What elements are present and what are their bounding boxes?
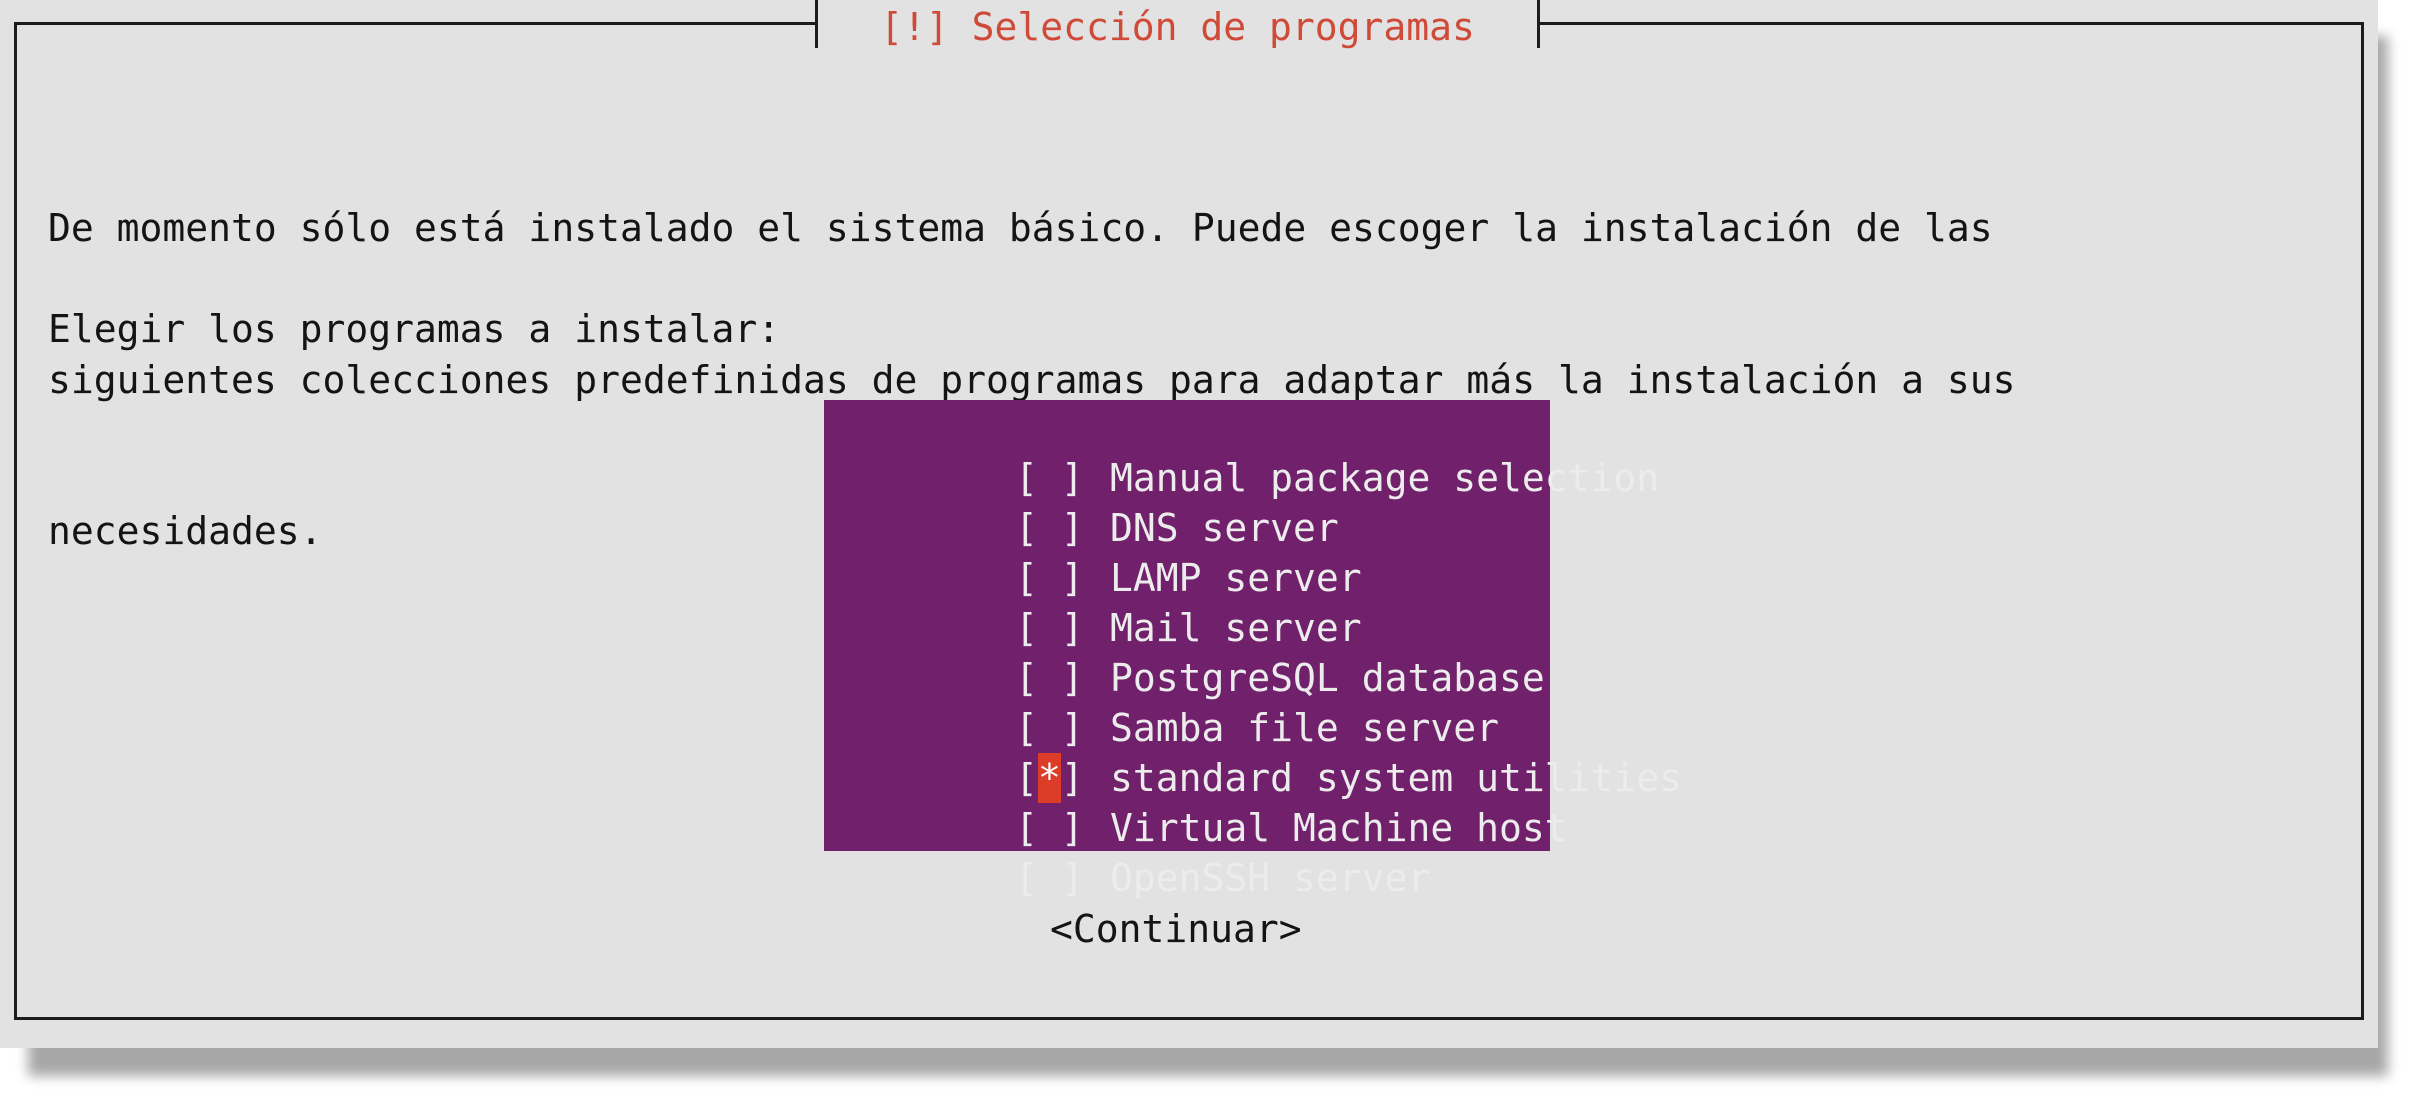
package-item-standard-system-utilities[interactable]: [*] standard system utilities: [824, 703, 1682, 803]
package-item-mail-server[interactable]: [ ] Mail server: [824, 553, 1550, 650]
software-selection-dialog: [!] Selección de programas De momento só…: [0, 0, 2378, 1048]
package-item-dns-server[interactable]: [ ] DNS server: [824, 453, 1550, 550]
description-line-1: De momento sólo está instalado el sistem…: [48, 206, 1993, 250]
dialog-title: [!] Selección de programas: [880, 5, 1475, 49]
dialog-title-box: [!] Selección de programas: [815, 0, 1540, 49]
installer-screen: [!] Selección de programas De momento só…: [0, 0, 2422, 1097]
package-item-virtual-machine-host[interactable]: [ ] Virtual Machine host: [824, 753, 1568, 850]
selection-prompt: Elegir los programas a instalar:: [48, 307, 781, 351]
package-item-samba-file-server[interactable]: [ ] Samba file server: [824, 653, 1550, 750]
package-item-openssh-server[interactable]: [ ] OpenSSH server: [824, 803, 1550, 900]
package-list: [ ] Manual package selection [ ] DNS serve…: [824, 400, 1682, 900]
continue-button[interactable]: <Continuar>: [1050, 904, 1302, 954]
package-item-lamp-server[interactable]: [ ] LAMP server: [824, 503, 1550, 600]
package-item-manual-selection[interactable]: [ ] Manual package selection: [824, 403, 1659, 500]
description-line-2: siguientes colecciones predefinidas de p…: [48, 357, 2016, 402]
package-label: OpenSSH server: [1110, 856, 1431, 900]
checkbox[interactable]: [ ]: [1015, 853, 1084, 903]
package-item-postgresql-database[interactable]: [ ] PostgreSQL database: [824, 603, 1550, 700]
